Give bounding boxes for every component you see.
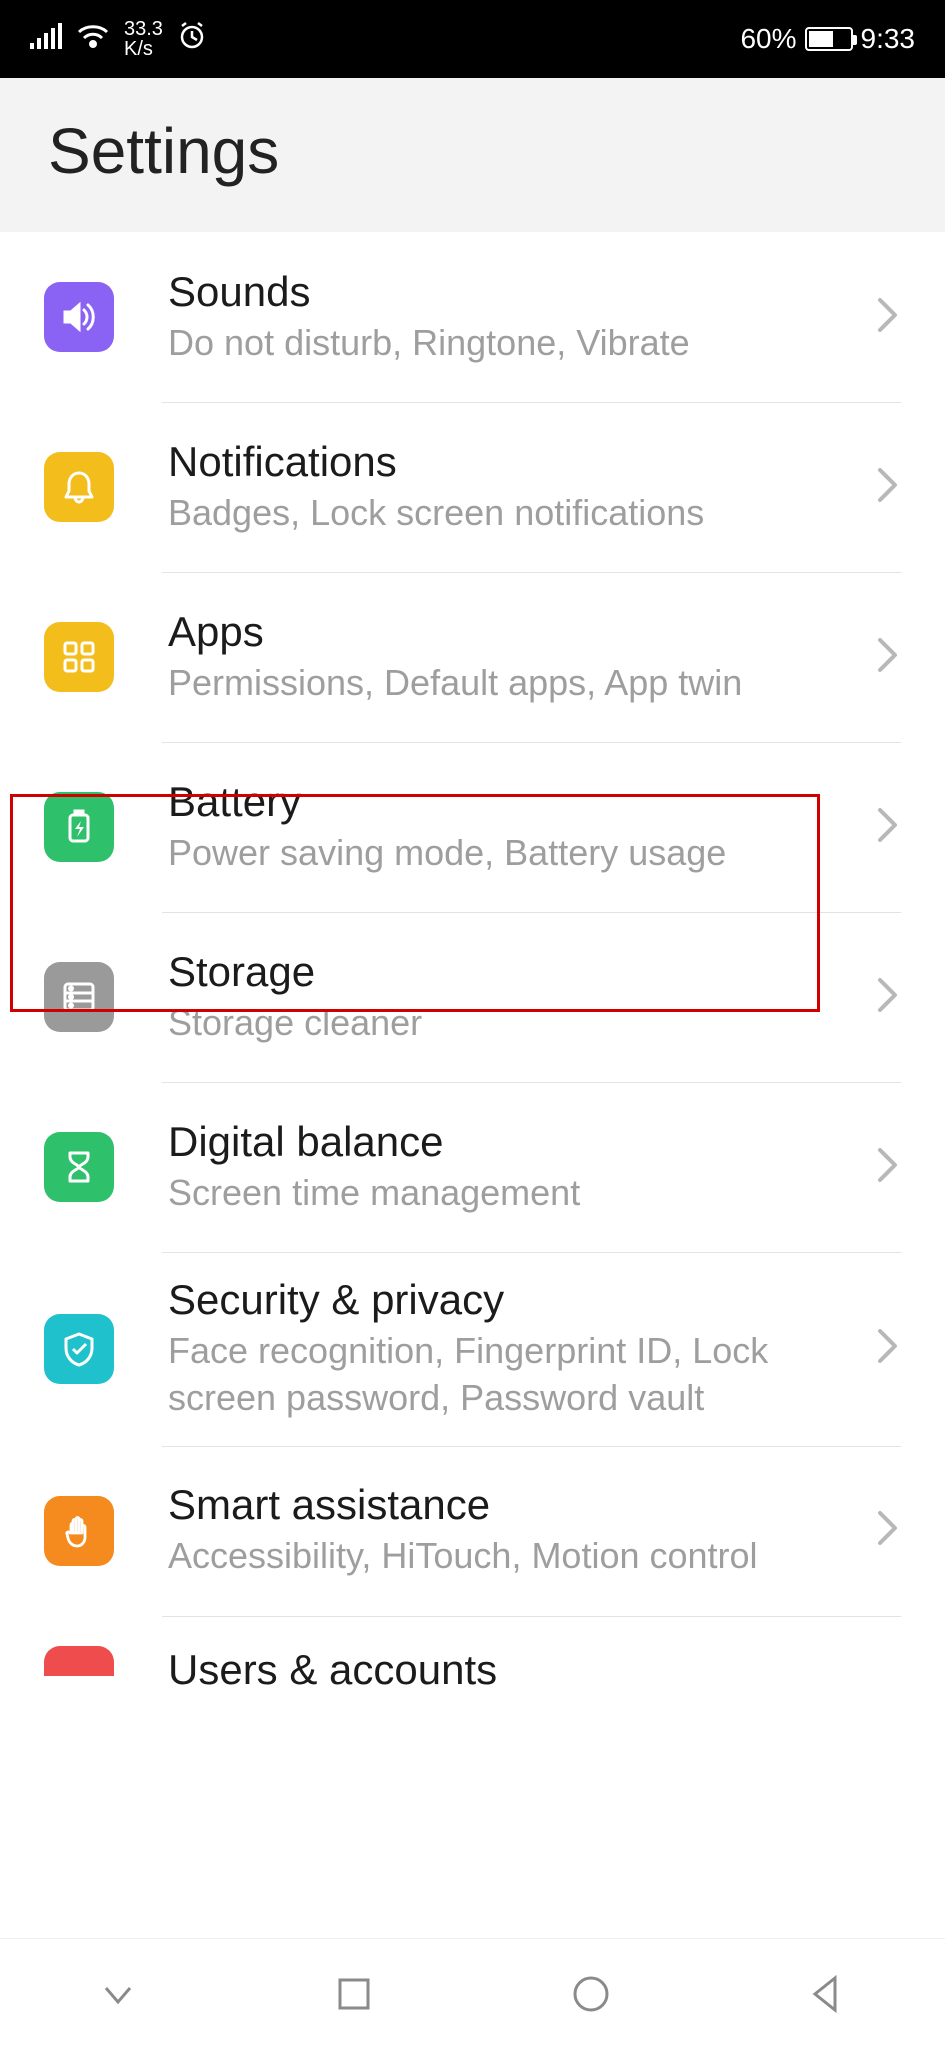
hourglass-icon: [44, 1132, 114, 1202]
settings-item-sounds[interactable]: SoundsDo not disturb, Ringtone, Vibrate: [0, 232, 945, 402]
settings-item-title: Notifications: [168, 438, 859, 486]
shield-icon: [44, 1314, 114, 1384]
chevron-right-icon: [875, 465, 901, 510]
chevron-right-icon: [875, 975, 901, 1020]
status-time: 9:33: [861, 23, 916, 55]
chevron-right-icon: [875, 805, 901, 850]
settings-item-smart_assistance[interactable]: Smart assistanceAccessibility, HiTouch, …: [0, 1446, 945, 1616]
settings-item-title: Digital balance: [168, 1118, 859, 1166]
hand-icon: [44, 1496, 114, 1566]
nav-back-button[interactable]: [767, 1972, 887, 2016]
settings-item-title: Users & accounts: [168, 1646, 901, 1686]
chevron-right-icon: [875, 1508, 901, 1553]
settings-item-text: AppsPermissions, Default apps, App twin: [168, 608, 859, 707]
settings-item-title: Smart assistance: [168, 1481, 859, 1529]
settings-item-title: Sounds: [168, 268, 859, 316]
page-header: Settings: [0, 78, 945, 232]
battery-icon: [44, 792, 114, 862]
settings-item-subtitle: Badges, Lock screen notifications: [168, 490, 859, 537]
status-bar: 33.3 K/s 60% 9:33: [0, 0, 945, 78]
wifi-icon: [76, 23, 110, 56]
alarm-icon: [177, 21, 207, 58]
settings-item-title: Apps: [168, 608, 859, 656]
settings-item-text: Digital balanceScreen time management: [168, 1118, 859, 1217]
chevron-right-icon: [875, 295, 901, 340]
settings-item-users_accounts[interactable]: Users & accounts: [0, 1616, 945, 1686]
settings-item-subtitle: Storage cleaner: [168, 1000, 859, 1047]
settings-item-notifications[interactable]: NotificationsBadges, Lock screen notific…: [0, 402, 945, 572]
settings-item-battery[interactable]: BatteryPower saving mode, Battery usage: [0, 742, 945, 912]
settings-item-security[interactable]: Security & privacyFace recognition, Fing…: [0, 1252, 945, 1446]
settings-list: SoundsDo not disturb, Ringtone, Vibrate N…: [0, 232, 945, 1686]
battery-percent: 60%: [740, 23, 796, 55]
nav-hide-button[interactable]: [58, 1972, 178, 2016]
status-left: 33.3 K/s: [30, 19, 207, 59]
settings-item-text: NotificationsBadges, Lock screen notific…: [168, 438, 859, 537]
settings-item-title: Storage: [168, 948, 859, 996]
navigation-bar: [0, 1938, 945, 2048]
grid-icon: [44, 622, 114, 692]
volume-icon: [44, 282, 114, 352]
storage-icon: [44, 962, 114, 1032]
settings-item-subtitle: Do not disturb, Ringtone, Vibrate: [168, 320, 859, 367]
network-speed: 33.3 K/s: [124, 19, 163, 59]
settings-item-text: Users & accounts: [168, 1646, 901, 1686]
settings-item-subtitle: Permissions, Default apps, App twin: [168, 660, 859, 707]
settings-item-subtitle: Screen time management: [168, 1170, 859, 1217]
settings-item-subtitle: Accessibility, HiTouch, Motion control: [168, 1533, 859, 1580]
bell-icon: [44, 452, 114, 522]
settings-item-title: Security & privacy: [168, 1276, 859, 1324]
battery-icon: [805, 27, 853, 51]
settings-item-subtitle: Face recognition, Fingerprint ID, Lock s…: [168, 1328, 859, 1422]
settings-item-subtitle: Power saving mode, Battery usage: [168, 830, 859, 877]
page-title: Settings: [48, 114, 897, 188]
chevron-right-icon: [875, 635, 901, 680]
network-speed-unit: K/s: [124, 39, 163, 59]
cutoff-icon: [44, 1646, 114, 1676]
settings-item-title: Battery: [168, 778, 859, 826]
settings-item-digital_balance[interactable]: Digital balanceScreen time management: [0, 1082, 945, 1252]
status-right: 60% 9:33: [740, 23, 915, 55]
cellular-signal-icon: [30, 23, 62, 56]
chevron-right-icon: [875, 1326, 901, 1371]
network-speed-value: 33.3: [124, 19, 163, 39]
settings-item-text: Security & privacyFace recognition, Fing…: [168, 1276, 859, 1422]
nav-recents-button[interactable]: [294, 1972, 414, 2016]
chevron-right-icon: [875, 1145, 901, 1190]
settings-item-text: StorageStorage cleaner: [168, 948, 859, 1047]
nav-home-button[interactable]: [531, 1972, 651, 2016]
settings-item-text: Smart assistanceAccessibility, HiTouch, …: [168, 1481, 859, 1580]
settings-item-text: SoundsDo not disturb, Ringtone, Vibrate: [168, 268, 859, 367]
settings-item-storage[interactable]: StorageStorage cleaner: [0, 912, 945, 1082]
settings-item-text: BatteryPower saving mode, Battery usage: [168, 778, 859, 877]
settings-item-apps[interactable]: AppsPermissions, Default apps, App twin: [0, 572, 945, 742]
